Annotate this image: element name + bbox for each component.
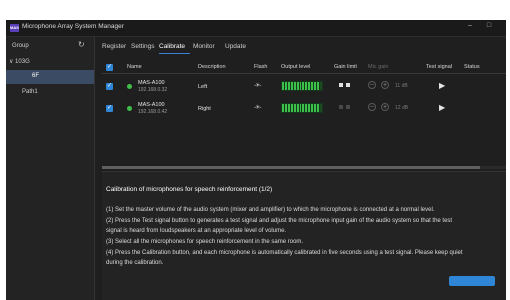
device-name: MAS-A100 xyxy=(138,80,165,86)
level-segment xyxy=(319,82,322,90)
sidebar: Group ↻ ∨ 103G 6F Path1 xyxy=(6,37,95,300)
instruction-line: (2) Press the Test signal button to gene… xyxy=(106,218,453,224)
gain-limit-led xyxy=(339,105,343,109)
gain-limit-indicator xyxy=(339,83,350,87)
level-segment xyxy=(305,104,308,112)
test-signal-play-icon[interactable]: ▶ xyxy=(439,103,445,112)
gain-limit-led xyxy=(346,105,350,109)
level-segment xyxy=(302,104,305,112)
gain-limit-led xyxy=(346,83,350,87)
gain-limit-indicator xyxy=(339,105,350,109)
level-segment xyxy=(290,104,293,112)
tree-item-103g[interactable]: ∨ 103G xyxy=(9,58,30,65)
output-level-meter xyxy=(281,103,323,113)
minimize-button[interactable]: – xyxy=(465,22,475,29)
level-segment xyxy=(293,104,296,112)
level-segment xyxy=(308,104,311,112)
instruction-line: (1) Set the master volume of the audio s… xyxy=(106,207,435,213)
level-segment xyxy=(308,82,311,90)
col-flash: Flash xyxy=(254,64,268,70)
level-segment xyxy=(314,104,317,112)
panel-title: Calibration of microphones for speech re… xyxy=(106,186,273,193)
instruction-line: (3) Select all the microphones for speec… xyxy=(106,239,304,245)
col-gain-limit: Gain limit xyxy=(334,64,357,70)
level-segment xyxy=(287,82,290,90)
gain-decrease-button[interactable]: − xyxy=(368,81,376,89)
level-segment xyxy=(302,82,305,90)
mic-gain-value: 12 dB xyxy=(395,105,409,111)
test-signal-play-icon[interactable]: ▶ xyxy=(439,81,445,90)
device-name: MAS-A100 xyxy=(138,102,165,108)
output-level-meter xyxy=(281,81,323,91)
horizontal-scrollbar[interactable] xyxy=(102,166,506,169)
tree-item-label: 6F xyxy=(32,73,40,79)
level-segment xyxy=(319,104,322,112)
level-segment xyxy=(282,104,284,112)
refresh-icon[interactable]: ↻ xyxy=(78,40,85,49)
level-segment xyxy=(299,104,302,112)
tab-update[interactable]: Update xyxy=(225,43,246,50)
tab-settings[interactable]: Settings xyxy=(131,43,155,50)
instruction-line: during the calibration. xyxy=(106,260,164,266)
level-segment xyxy=(296,104,299,112)
gain-decrease-button[interactable]: − xyxy=(368,103,376,111)
sidebar-header: Group xyxy=(12,43,29,49)
row-checkbox[interactable]: ✓ xyxy=(106,83,113,90)
mic-gain-value: 11 dB xyxy=(395,83,408,89)
gain-increase-button[interactable]: + xyxy=(381,81,389,89)
level-segment xyxy=(311,104,314,112)
device-ip: 192.168.0.42 xyxy=(138,109,168,115)
app-window: MAS Microphone Array System Manager – □ … xyxy=(6,20,506,300)
table-row[interactable]: ✓ MAS-A100 192.168.0.32 Left -☀- − + 11 … xyxy=(102,78,506,98)
device-description: Left xyxy=(198,84,208,90)
tree-item-path1[interactable]: Path1 xyxy=(22,89,38,95)
instruction-line: signal is heard from loudspeakers at an … xyxy=(106,228,287,234)
level-segment xyxy=(317,104,319,112)
app-logo-icon: MAS xyxy=(10,24,19,32)
tab-monitor[interactable]: Monitor xyxy=(193,43,215,50)
tab-register[interactable]: Register xyxy=(102,43,126,50)
level-segment xyxy=(287,104,290,112)
gain-limit-led xyxy=(339,83,343,87)
device-description: Right xyxy=(198,106,211,112)
scrollbar-thumb[interactable] xyxy=(102,166,480,169)
status-dot xyxy=(127,84,132,89)
level-segment xyxy=(284,82,287,90)
tree-item-6f[interactable]: 6F xyxy=(6,70,94,84)
active-tab-indicator xyxy=(159,53,190,54)
level-segment xyxy=(305,82,308,90)
instructions-panel: Calibration of microphones for speech re… xyxy=(102,171,506,300)
level-segment xyxy=(284,104,287,112)
instruction-line: (4) Press the Calibration button, and ea… xyxy=(106,250,463,256)
row-checkbox[interactable]: ✓ xyxy=(106,105,113,112)
col-mic-gain: Mic gain xyxy=(368,64,389,70)
select-all-checkbox[interactable]: ✓ xyxy=(106,64,113,71)
status-dot xyxy=(127,106,132,111)
col-description: Description xyxy=(198,64,226,70)
col-name: Name xyxy=(127,64,142,70)
level-segment xyxy=(290,82,293,90)
level-segment xyxy=(311,82,314,90)
title-bar: MAS Microphone Array System Manager – □ xyxy=(6,20,506,37)
level-segment xyxy=(282,82,284,90)
table-header: ✓ Name Description Flash Output level Ga… xyxy=(102,62,506,74)
level-segment xyxy=(299,82,302,90)
gain-increase-button[interactable]: + xyxy=(381,103,389,111)
col-test-signal: Test signal xyxy=(426,64,452,70)
table-row[interactable]: ✓ MAS-A100 192.168.0.42 Right -☀- − + 12… xyxy=(102,100,506,120)
level-segment xyxy=(314,82,317,90)
window-title: Microphone Array System Manager xyxy=(22,23,124,30)
level-segment xyxy=(317,82,319,90)
flash-icon[interactable]: -☀- xyxy=(254,82,261,89)
level-segment xyxy=(296,82,299,90)
level-segment xyxy=(293,82,296,90)
col-status: Status xyxy=(464,64,480,70)
col-output-level: Output level xyxy=(281,64,311,70)
maximize-button[interactable]: □ xyxy=(484,22,494,29)
flash-icon[interactable]: -☀- xyxy=(254,104,261,111)
device-ip: 192.168.0.32 xyxy=(138,87,168,93)
tab-calibrate[interactable]: Calibrate xyxy=(159,43,185,50)
calibration-button[interactable] xyxy=(449,276,495,286)
